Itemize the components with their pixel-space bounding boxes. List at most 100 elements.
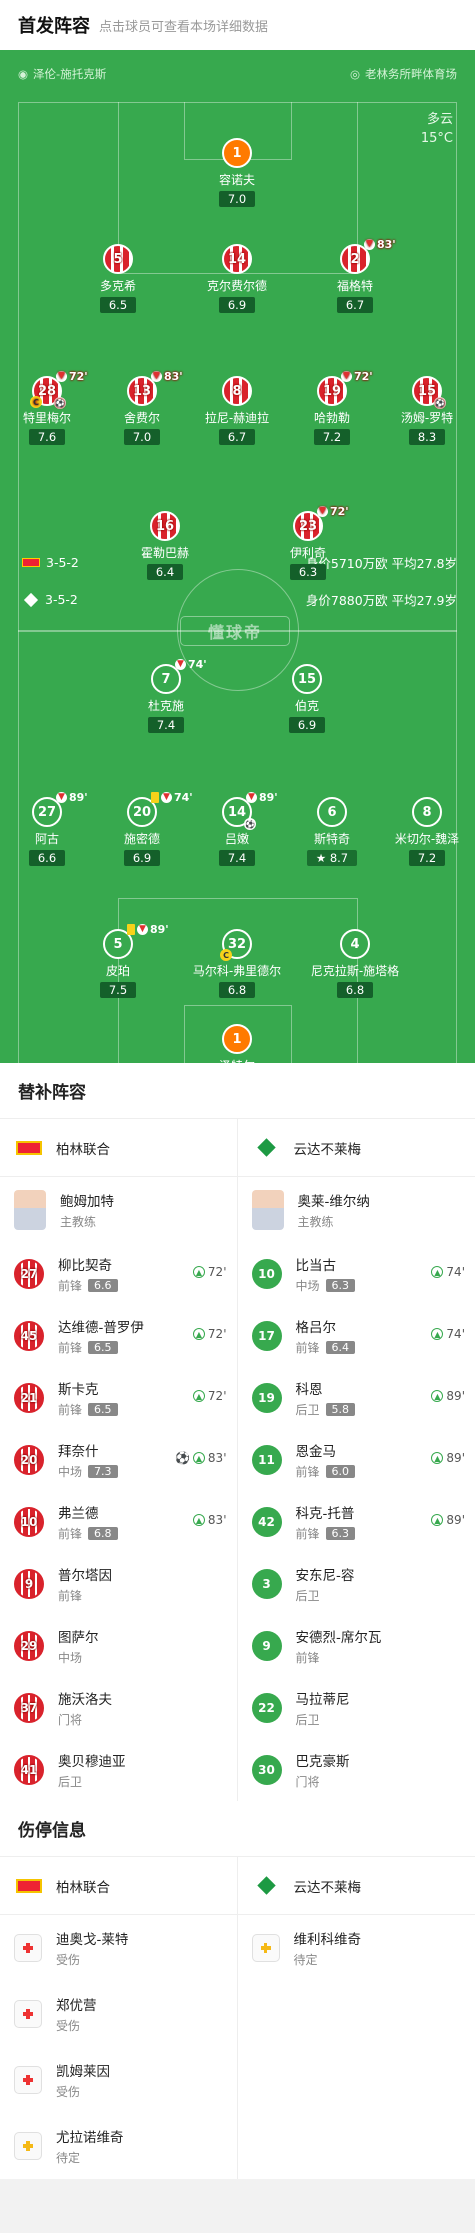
player-name: 斯特奇 <box>313 832 350 846</box>
player-position: 门将 <box>296 1773 350 1790</box>
player-rating: 6.7 <box>218 429 256 445</box>
player-number-badge: 13 ▼ 83' <box>127 370 183 406</box>
player-rating: 6.4 <box>325 1341 356 1354</box>
home-team-row[interactable]: 柏林联合 <box>0 1119 237 1177</box>
player-marker[interactable]: 15 ⚽ 汤姆-罗特 8.3 <box>377 376 475 445</box>
player-marker[interactable]: 20 ▼ 74' 施密德 6.9 <box>92 791 193 866</box>
player-marker[interactable]: 5 多克希 6.5 <box>68 244 168 313</box>
captain-icon: C <box>220 949 232 961</box>
player-marker[interactable]: 4 尼克拉斯-施塔格 6.8 <box>305 929 405 998</box>
sub-in-time: ▲ 72' <box>192 1265 227 1279</box>
injury-row[interactable]: 维利科维奇 待定 <box>238 1915 475 1981</box>
player-event: ▼ 89' <box>56 791 88 804</box>
player-position: 前锋 6.4 <box>296 1339 356 1356</box>
section-subtitle: 点击球员可查看本场详细数据 <box>99 19 269 35</box>
player-marker[interactable]: 16 霍勒巴赫 6.4 <box>115 511 215 580</box>
player-name: 凯姆莱因 <box>56 2064 110 2080</box>
sub-row[interactable]: 42 科克-托普 前锋 6.3 ▲ 89' <box>238 1491 475 1553</box>
sub-row[interactable]: 29 图萨尔 中场 <box>0 1615 237 1677</box>
sub-row[interactable]: 19 科恩 后卫 5.8 ▲ 89' <box>238 1367 475 1429</box>
werder-logo-icon <box>252 1876 282 1895</box>
player-event: ▼ 83' <box>151 370 183 383</box>
player-name: 奥贝穆迪亚 <box>58 1754 126 1770</box>
sub-row[interactable]: 45 达维德-普罗伊 前锋 6.5 ▲ 72' <box>0 1305 237 1367</box>
player-name: 维利科维奇 <box>293 1932 362 1948</box>
sub-row[interactable]: 3 安东尼-容 后卫 <box>238 1553 475 1615</box>
sub-row[interactable]: 9 普尔塔因 前锋 <box>0 1553 237 1615</box>
sub-row[interactable]: 22 马拉蒂尼 后卫 <box>238 1677 475 1739</box>
sub-row[interactable]: 20 拜奈什 中场 7.3 ⚽ ▲ 83' <box>0 1429 237 1491</box>
away-coach[interactable]: 奥莱-维尔纳 主教练 <box>238 1177 475 1243</box>
player-marker[interactable]: 1泽特尔7.1 <box>187 1024 287 1063</box>
player-marker[interactable]: 15 伯克 6.9 <box>257 664 357 733</box>
player-rating: 6.3 <box>289 564 327 580</box>
player-marker[interactable]: 1 容诺夫 7.0 <box>187 138 287 207</box>
player-number-badge: 29 <box>14 1631 44 1661</box>
sub-minute: 83' <box>207 1451 227 1465</box>
player-marker[interactable]: 23 ▼ 72' 伊利奇 6.3 <box>258 505 358 580</box>
medical-kit-icon <box>14 2066 42 2094</box>
player-name: 拉尼-赫迪拉 <box>204 411 270 425</box>
player-name: 拜奈什 <box>58 1444 99 1460</box>
player-marker[interactable]: 7 ▼ 74' 杜克施 7.4 <box>116 658 216 733</box>
substitution-out-icon: ▼ <box>56 792 67 803</box>
player-event: ▼ 72' <box>341 370 373 383</box>
coach-avatar <box>14 1190 46 1230</box>
player-number-badge: 41 <box>14 1755 44 1785</box>
player-rating: 7.0 <box>218 191 256 207</box>
sub-row[interactable]: 30 巴克豪斯 门将 <box>238 1739 475 1801</box>
player-marker[interactable]: 14 ▼ 89' ⚽ 吕嫩 7.4 <box>187 791 287 866</box>
sub-row[interactable]: 21 斯卡克 前锋 6.5 ▲ 72' <box>0 1367 237 1429</box>
jersey-number: 5 <box>113 251 123 267</box>
home-formation: 3-5-2 <box>46 555 79 570</box>
sub-row[interactable]: 10 弗兰德 前锋 6.8 ▲ 83' <box>0 1491 237 1553</box>
player-marker[interactable]: 13 ▼ 83' 舍费尔 7.0 <box>92 370 192 445</box>
away-team-row[interactable]: 云达不莱梅 <box>237 1119 475 1177</box>
sub-minute: 89' <box>446 1389 465 1403</box>
away-injuries-column: 云达不莱梅 维利科维奇 待定 <box>237 1857 475 2179</box>
player-name: 泽特尔 <box>187 1057 287 1063</box>
sub-row[interactable]: 11 恩金马 前锋 6.0 ▲ 89' <box>238 1429 475 1491</box>
player-number-badge: 5 ▼ 89' <box>103 923 169 959</box>
sub-row[interactable]: 17 格吕尔 前锋 6.4 ▲ 74' <box>238 1305 475 1367</box>
home-coach[interactable]: 鲍姆加特 主教练 <box>0 1177 237 1243</box>
player-position: 门将 <box>58 1711 112 1728</box>
injury-status: 待定 <box>56 2151 81 2165</box>
player-number-badge: 1 <box>222 1024 252 1054</box>
player-marker[interactable]: 5 ▼ 89' 皮珀 7.5 <box>68 923 169 998</box>
injury-row[interactable]: 尤拉诺维奇 待定 <box>0 2113 237 2179</box>
sub-row[interactable]: 27 柳比契奇 前锋 6.6 ▲ 72' <box>0 1243 237 1305</box>
player-marker[interactable]: 6 斯特奇 ★ 8.7 <box>282 797 382 866</box>
event-minute: 72' <box>69 370 88 383</box>
event-minute: 89' <box>150 923 169 936</box>
player-number-badge: 15 ⚽ <box>412 376 446 409</box>
sub-row[interactable]: 37 施沃洛夫 门将 <box>0 1677 237 1739</box>
injury-row[interactable]: 郑优营 受伤 <box>0 1981 237 2047</box>
sub-minute: 83' <box>207 1513 227 1527</box>
home-team-row[interactable]: 柏林联合 <box>0 1857 237 1915</box>
player-marker[interactable]: 28 ▼ 72' C ⚽ 特里梅尔 7.6 <box>0 370 97 445</box>
player-marker[interactable]: 19 ▼ 72' 哈勃勒 7.2 <box>282 370 382 445</box>
sub-in-time: ▲ 74' <box>431 1265 465 1279</box>
player-marker[interactable]: 8 拉尼-赫迪拉 6.7 <box>187 376 287 445</box>
sub-row[interactable]: 10 比当古 中场 6.3 ▲ 74' <box>238 1243 475 1305</box>
player-name: 柳比契奇 <box>58 1258 112 1274</box>
sub-row[interactable]: 41 奥贝穆迪亚 后卫 <box>0 1739 237 1801</box>
player-name: 图萨尔 <box>58 1630 99 1646</box>
watermark-logo: 懂球帝 <box>180 616 290 646</box>
injury-row[interactable]: 迪奥戈-莱特 受伤 <box>0 1915 237 1981</box>
referee-info: ◉ 泽伦-施托克斯 <box>18 66 106 82</box>
player-marker[interactable]: 32 C 马尔科-弗里德尔 6.8 <box>187 929 287 998</box>
injury-row[interactable]: 凯姆莱因 受伤 <box>0 2047 237 2113</box>
home-team-info: 3-5-2 身价5710万欧 平均27.8岁 <box>22 553 457 572</box>
player-marker[interactable]: 2 ▼ 83' 福格特 6.7 <box>305 238 405 313</box>
away-team-row[interactable]: 云达不莱梅 <box>237 1857 475 1915</box>
player-marker[interactable]: 27 ▼ 89' 阿古 6.6 <box>0 791 97 866</box>
player-position: 前锋 6.0 <box>296 1463 356 1480</box>
position-text: 前锋 <box>58 1403 83 1417</box>
substitution-out-icon: ▼ <box>246 792 257 803</box>
player-marker[interactable]: 14 克尔费尔德 6.9 <box>187 244 287 313</box>
player-name: 汤姆-罗特 <box>400 411 454 425</box>
sub-row[interactable]: 9 安德烈-席尔瓦 前锋 <box>238 1615 475 1677</box>
player-marker[interactable]: 8 米切尔-魏泽 7.2 <box>377 797 475 866</box>
